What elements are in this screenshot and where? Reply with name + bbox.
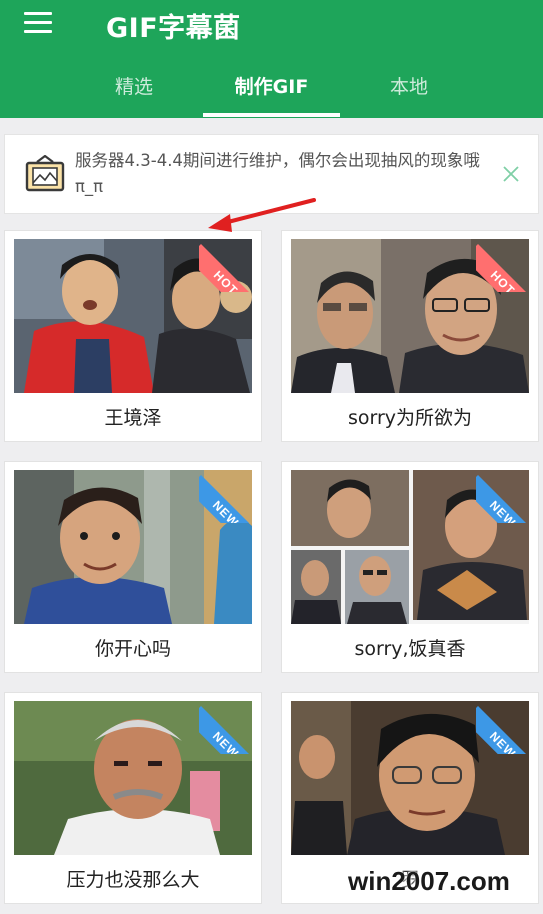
hot-badge: HOT bbox=[199, 239, 252, 292]
card-label: 王境泽 bbox=[104, 407, 162, 429]
new-badge: NEW bbox=[476, 470, 529, 523]
gif-thumbnail: NEW bbox=[14, 701, 252, 855]
app-title: GIF字幕菌 bbox=[106, 13, 241, 44]
card-label: 压力也没那么大 bbox=[66, 869, 200, 891]
template-card-sorry[interactable]: HOT sorry为所欲为 bbox=[281, 230, 539, 442]
hot-badge: HOT bbox=[476, 239, 529, 292]
active-tab-indicator bbox=[203, 113, 340, 117]
tab-make-gif[interactable]: 制作GIF bbox=[203, 62, 340, 118]
template-card-luo[interactable]: NEW 罗 bbox=[281, 692, 539, 904]
tab-local[interactable]: 本地 bbox=[339, 62, 479, 118]
tab-bar: 精选 制作GIF 本地 bbox=[0, 62, 543, 118]
template-card-sorry-rice[interactable]: NEW sorry,饭真香 bbox=[281, 461, 539, 673]
card-label: sorry,饭真香 bbox=[354, 638, 466, 660]
image-frame-icon bbox=[25, 155, 65, 192]
gif-thumbnail: HOT bbox=[14, 239, 252, 393]
card-label: 你开心吗 bbox=[94, 638, 171, 660]
card-label: sorry为所欲为 bbox=[347, 407, 473, 429]
card-label: 罗 bbox=[400, 869, 420, 891]
template-card-happy[interactable]: NEW 你开心吗 bbox=[4, 461, 262, 673]
maintenance-notice: 服务器4.3-4.4期间进行维护，偶尔会出现抽风的现象哦 π_π bbox=[4, 134, 539, 214]
tab-featured[interactable]: 精选 bbox=[64, 62, 204, 118]
gif-thumbnail: NEW bbox=[291, 701, 529, 855]
close-icon[interactable] bbox=[499, 162, 523, 186]
hamburger-menu-icon[interactable] bbox=[22, 10, 54, 36]
gif-thumbnail: HOT bbox=[291, 239, 529, 393]
gif-thumbnail: NEW bbox=[291, 470, 529, 624]
notice-text: 服务器4.3-4.4期间进行维护，偶尔会出现抽风的现象哦 π_π bbox=[75, 151, 480, 196]
new-badge: NEW bbox=[476, 701, 529, 754]
new-badge: NEW bbox=[199, 470, 252, 523]
template-card-wangjingze[interactable]: HOT 王境泽 bbox=[4, 230, 262, 442]
template-card-pressure[interactable]: NEW 压力也没那么大 bbox=[4, 692, 262, 904]
new-badge: NEW bbox=[199, 701, 252, 754]
app-bar: GIF字幕菌 精选 制作GIF 本地 bbox=[0, 0, 543, 118]
gif-thumbnail: NEW bbox=[14, 470, 252, 624]
